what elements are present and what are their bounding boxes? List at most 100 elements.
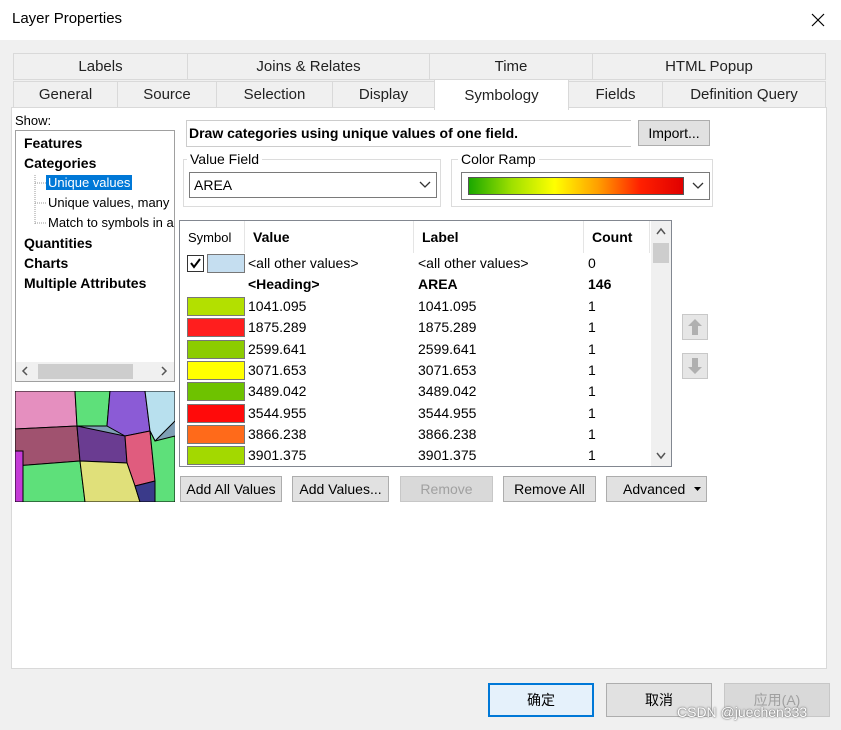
- symbol-swatch[interactable]: [187, 339, 245, 359]
- preview-map-image: [15, 391, 175, 502]
- row-count: 1: [588, 383, 596, 400]
- symbol-swatch[interactable]: [187, 360, 245, 380]
- symbol-swatch[interactable]: [187, 424, 245, 444]
- scroll-down-icon[interactable]: [656, 452, 666, 460]
- symbol-swatch[interactable]: [187, 403, 245, 423]
- row-count: 1: [588, 425, 596, 442]
- value-field-label: Value Field: [187, 151, 263, 167]
- import-button[interactable]: Import...: [638, 120, 710, 146]
- dropdown-arrow-icon: [694, 487, 701, 491]
- table-row[interactable]: 1875.289 1875.289 1: [180, 317, 650, 338]
- tree-item-multiple-attributes[interactable]: Multiple Attributes: [24, 275, 146, 291]
- horizontal-scrollbar[interactable]: [16, 362, 174, 381]
- tab-label: Display: [358, 86, 409, 103]
- tab-html-popup[interactable]: HTML Popup: [592, 53, 826, 80]
- row-count: 1: [588, 340, 596, 357]
- row-value: 3489.042: [248, 383, 307, 400]
- tab-fields[interactable]: Fields: [568, 81, 663, 108]
- symbol-swatch[interactable]: [187, 382, 245, 402]
- table-row[interactable]: 3071.653 3071.653 1: [180, 360, 650, 381]
- tab-labels[interactable]: Labels: [13, 53, 188, 80]
- scroll-up-icon[interactable]: [656, 227, 666, 235]
- scroll-thumb[interactable]: [38, 364, 133, 379]
- table-row[interactable]: 3544.955 3544.955 1: [180, 403, 650, 424]
- remove-button[interactable]: Remove: [400, 476, 493, 502]
- value-field-combo[interactable]: AREA: [189, 172, 437, 198]
- tab-label: HTML Popup: [665, 58, 753, 75]
- table-row[interactable]: 3901.375 3901.375 1: [180, 445, 650, 466]
- tab-definition-query[interactable]: Definition Query: [662, 81, 826, 108]
- chevron-down-icon[interactable]: [414, 173, 436, 197]
- symbol-swatch[interactable]: [187, 446, 245, 466]
- watermark-text: CSDN @juechen333: [677, 704, 808, 720]
- move-up-button[interactable]: [682, 314, 708, 340]
- remove-all-button[interactable]: Remove All: [503, 476, 596, 502]
- tab-symbology[interactable]: Symbology: [434, 79, 569, 110]
- row-count: 1: [588, 319, 596, 336]
- symbol-swatch[interactable]: [187, 318, 245, 338]
- tree-item-unique-values[interactable]: Unique values: [46, 175, 133, 190]
- row-value: 3866.238: [248, 425, 307, 442]
- column-header-label[interactable]: Label: [414, 221, 584, 253]
- tab-label: Symbology: [464, 86, 539, 104]
- tab-source[interactable]: Source: [117, 81, 217, 108]
- tree-item-categories[interactable]: Categories: [24, 155, 96, 171]
- row-count: 1: [588, 404, 596, 421]
- tab-time[interactable]: Time: [429, 53, 593, 80]
- table-row-heading[interactable]: <Heading> AREA 146: [180, 274, 650, 295]
- column-header-count[interactable]: Count: [584, 221, 650, 253]
- chevron-down-icon[interactable]: [687, 173, 709, 199]
- tree-item-features[interactable]: Features: [24, 135, 82, 151]
- tree-item-match-to-symbols[interactable]: Match to symbols in a: [48, 215, 174, 230]
- advanced-button[interactable]: Advanced: [606, 476, 707, 502]
- scroll-right-icon[interactable]: [159, 366, 169, 376]
- add-all-values-button[interactable]: Add All Values: [180, 476, 282, 502]
- tab-joins-relates[interactable]: Joins & Relates: [187, 53, 430, 80]
- color-ramp-label: Color Ramp: [458, 151, 539, 167]
- scroll-thumb[interactable]: [653, 243, 669, 263]
- row-label: 3544.955: [418, 404, 477, 421]
- column-header-value[interactable]: Value: [245, 221, 414, 253]
- description-text: Draw categories using unique values of o…: [186, 120, 631, 147]
- tab-label: General: [38, 86, 93, 103]
- show-tree[interactable]: Features Categories Unique values Unique…: [15, 130, 175, 382]
- show-all-checkbox[interactable]: [187, 255, 204, 272]
- tree-item-unique-values-many[interactable]: Unique values, many: [48, 195, 169, 210]
- row-value: <all other values>: [248, 255, 359, 271]
- tab-general[interactable]: General: [13, 81, 118, 108]
- tab-display[interactable]: Display: [332, 81, 435, 108]
- row-count: 1: [588, 447, 596, 464]
- tab-label: Selection: [243, 86, 306, 103]
- tab-label: Labels: [78, 58, 123, 75]
- move-down-button[interactable]: [682, 353, 708, 379]
- column-header-symbol[interactable]: Symbol: [180, 221, 245, 253]
- title-bar: Layer Properties: [0, 0, 841, 40]
- row-value: 3544.955: [248, 404, 307, 421]
- show-label: Show:: [15, 113, 52, 128]
- row-value: <Heading>: [248, 276, 320, 292]
- tab-label: Fields: [595, 86, 636, 103]
- row-count: 0: [588, 255, 596, 271]
- window-title: Layer Properties: [12, 10, 123, 27]
- values-table[interactable]: Symbol Value Label Count <all other valu…: [179, 220, 672, 467]
- row-label: 1041.095: [418, 298, 477, 314]
- tree-item-quantities[interactable]: Quantities: [24, 235, 92, 251]
- ok-button[interactable]: 确定: [488, 683, 594, 717]
- table-row[interactable]: 3866.238 3866.238 1: [180, 424, 650, 445]
- add-values-button[interactable]: Add Values...: [292, 476, 389, 502]
- close-button[interactable]: [795, 0, 841, 40]
- scroll-left-icon[interactable]: [20, 366, 30, 376]
- table-row[interactable]: 3489.042 3489.042 1: [180, 381, 650, 402]
- tab-selection[interactable]: Selection: [216, 81, 333, 108]
- row-label: 2599.641: [418, 340, 477, 357]
- checkmark-icon: [190, 258, 201, 269]
- vertical-scrollbar[interactable]: [651, 221, 671, 466]
- table-row[interactable]: 2599.641 2599.641 1: [180, 339, 650, 360]
- color-ramp-combo[interactable]: [461, 172, 710, 200]
- table-row[interactable]: 1041.095 1041.095 1: [180, 296, 650, 317]
- symbol-swatch[interactable]: [187, 297, 245, 316]
- tree-item-charts[interactable]: Charts: [24, 255, 68, 271]
- tab-label: Joins & Relates: [256, 58, 361, 75]
- table-row[interactable]: <all other values> <all other values> 0: [180, 253, 650, 274]
- symbol-swatch[interactable]: [207, 254, 245, 273]
